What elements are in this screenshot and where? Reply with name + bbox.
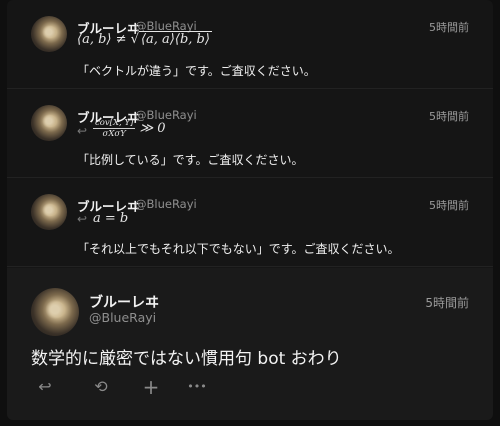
reply-icon[interactable]: ↩ [31,376,59,398]
math-expression: ⟨a, b⟩ ≠ √ ⟨a, a⟩⟨b, b⟩ [77,31,212,47]
reply-icon: ↩ [77,124,88,138]
reply-item[interactable]: ブルーレヰ @BlueRayi 5時間前 ↩ a = b 「それ以上でもそれ以下… [7,178,493,267]
math-numerator: cov[X, Y] [93,118,136,129]
timestamp[interactable]: 5時間前 [429,197,469,213]
reply-item[interactable]: ブルーレヰ @BlueRayi 5時間前 ⟨a, b⟩ ≠ √ ⟨a, a⟩⟨b,… [7,0,493,89]
math-expression: a = b [93,211,129,226]
avatar[interactable] [31,105,67,141]
main-tweet[interactable]: ブルーレヰ @BlueRayi 5時間前 数学的に厳密ではない慣用句 bot お… [7,268,493,420]
math-rhs: ⟨a, a⟩⟨b, b⟩ [138,31,212,47]
more-icon[interactable]: ••• [183,376,211,398]
retweet-icon[interactable]: ⟲ [87,376,115,398]
avatar[interactable] [31,288,79,336]
timestamp[interactable]: 5時間前 [429,19,469,35]
sqrt-sign: √ [130,32,139,47]
math-denominator: σXσY [102,129,126,139]
reply-text: 「比例している」です。ご査収ください。 [77,153,304,167]
math-fraction: cov[X, Y] σXσY [93,118,136,139]
math-expression: cov[X, Y] σXσY ≫ 0 [93,118,166,139]
timestamp[interactable]: 5時間前 [425,294,469,311]
reply-item[interactable]: ブルーレヰ @BlueRayi 5時間前 ↩ cov[X, Y] σXσY ≫ … [7,89,493,178]
author-handle[interactable]: @BlueRayi [89,310,156,325]
add-icon[interactable]: + [137,376,165,398]
reply-text: 「それ以上でもそれ以下でもない」です。ご査収ください。 [77,242,400,256]
author-handle[interactable]: @BlueRayi [135,197,197,211]
math-neq: ≠ [115,32,127,47]
math-lhs: ⟨a, b⟩ [77,32,112,47]
tweet-text: 数学的に厳密ではない慣用句 bot おわり [31,349,342,369]
reply-icon: ↩ [77,212,88,226]
math-relation: ≫ 0 [139,121,166,136]
avatar[interactable] [31,16,67,52]
avatar[interactable] [31,194,67,230]
reply-text: 「ベクトルが違う」です。ご査収ください。 [77,64,316,78]
author-name[interactable]: ブルーレヰ [89,292,159,312]
conversation-card: ブルーレヰ @BlueRayi 5時間前 ⟨a, b⟩ ≠ √ ⟨a, a⟩⟨b,… [7,0,493,420]
timestamp[interactable]: 5時間前 [429,108,469,124]
